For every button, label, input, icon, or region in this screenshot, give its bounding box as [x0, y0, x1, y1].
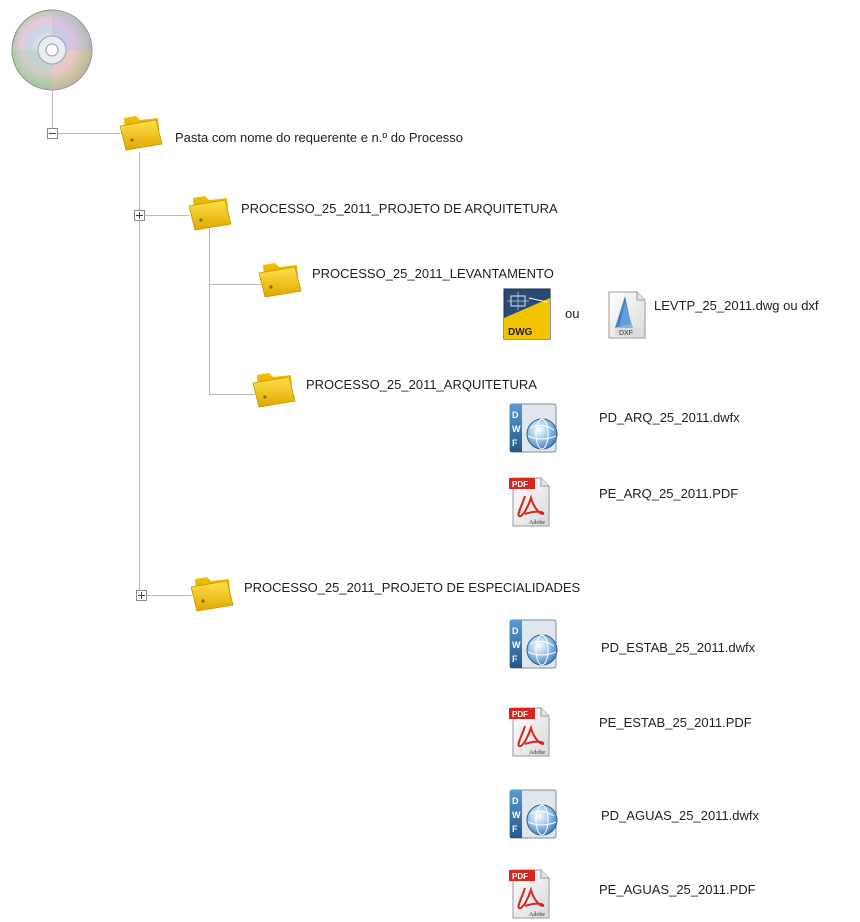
projeto-arquitetura-label[interactable]: PROCESSO_25_2011_PROJETO DE ARQUITETURA [241, 201, 558, 217]
tree-line-arqsub-branch [209, 394, 255, 395]
svg-text:F: F [512, 654, 518, 664]
dwfx-file-icon[interactable]: D W F [508, 788, 562, 840]
svg-text:W: W [512, 810, 521, 820]
root-folder-label[interactable]: Pasta com nome do requerente e n.º do Pr… [175, 130, 463, 146]
arq-expand-toggle[interactable] [134, 210, 145, 221]
dwg-file-icon[interactable]: DWG [503, 288, 551, 340]
projeto-especialidades-label[interactable]: PROCESSO_25_2011_PROJETO DE ESPECIALIDAD… [244, 580, 580, 596]
pd-estab-file-label[interactable]: PD_ESTAB_25_2011.dwfx [601, 640, 755, 656]
cd-disc-icon [10, 8, 94, 92]
tree-line-arq-branch [139, 215, 189, 216]
folder-icon[interactable] [251, 369, 297, 409]
svg-text:PDF: PDF [512, 872, 528, 881]
svg-text:D: D [512, 626, 519, 636]
root-collapse-toggle[interactable] [47, 128, 58, 139]
svg-text:Adobe: Adobe [529, 750, 545, 756]
svg-text:W: W [512, 424, 521, 434]
folder-icon[interactable] [187, 192, 233, 232]
levtp-file-label[interactable]: LEVTP_25_2011.dwg ou dxf [654, 298, 819, 314]
esp-expand-toggle[interactable] [136, 590, 147, 601]
arquitetura-label[interactable]: PROCESSO_25_2011_ARQUITETURA [306, 377, 537, 393]
svg-text:F: F [512, 824, 518, 834]
tree-line-arq-trunk [209, 229, 210, 395]
svg-text:PDF: PDF [512, 480, 528, 489]
dwfx-file-icon[interactable]: D W F [508, 618, 562, 670]
svg-text:DWG: DWG [508, 327, 533, 338]
or-text: ou [565, 306, 580, 321]
svg-text:PDF: PDF [512, 710, 528, 719]
pdf-file-icon[interactable]: PDF Adobe [507, 474, 555, 528]
svg-text:F: F [512, 438, 518, 448]
pdf-file-icon[interactable]: PDF Adobe [507, 866, 555, 920]
tree-line-root-branch [56, 133, 120, 134]
pe-aguas-file-label[interactable]: PE_AGUAS_25_2011.PDF [599, 882, 756, 898]
folder-icon[interactable] [118, 112, 164, 152]
folder-icon[interactable] [257, 259, 303, 299]
pe-arq-file-label[interactable]: PE_ARQ_25_2011.PDF [599, 486, 738, 502]
dwfx-file-icon[interactable]: D W F [508, 402, 562, 454]
svg-text:DXF: DXF [619, 330, 633, 337]
pd-aguas-file-label[interactable]: PD_AGUAS_25_2011.dwfx [601, 808, 759, 824]
svg-text:Adobe: Adobe [529, 520, 545, 526]
folder-icon[interactable] [189, 573, 235, 613]
dxf-file-icon[interactable]: DXF [601, 288, 649, 342]
svg-text:D: D [512, 410, 519, 420]
levantamento-label[interactable]: PROCESSO_25_2011_LEVANTAMENTO [312, 266, 554, 282]
svg-text:D: D [512, 796, 519, 806]
pdf-file-icon[interactable]: PDF Adobe [507, 704, 555, 758]
tree-line-root-stem [52, 88, 53, 128]
pd-arq-file-label[interactable]: PD_ARQ_25_2011.dwfx [599, 410, 740, 426]
pe-estab-file-label[interactable]: PE_ESTAB_25_2011.PDF [599, 715, 752, 731]
svg-text:Adobe: Adobe [529, 912, 545, 918]
tree-line-lev-branch [209, 284, 261, 285]
svg-text:W: W [512, 640, 521, 650]
